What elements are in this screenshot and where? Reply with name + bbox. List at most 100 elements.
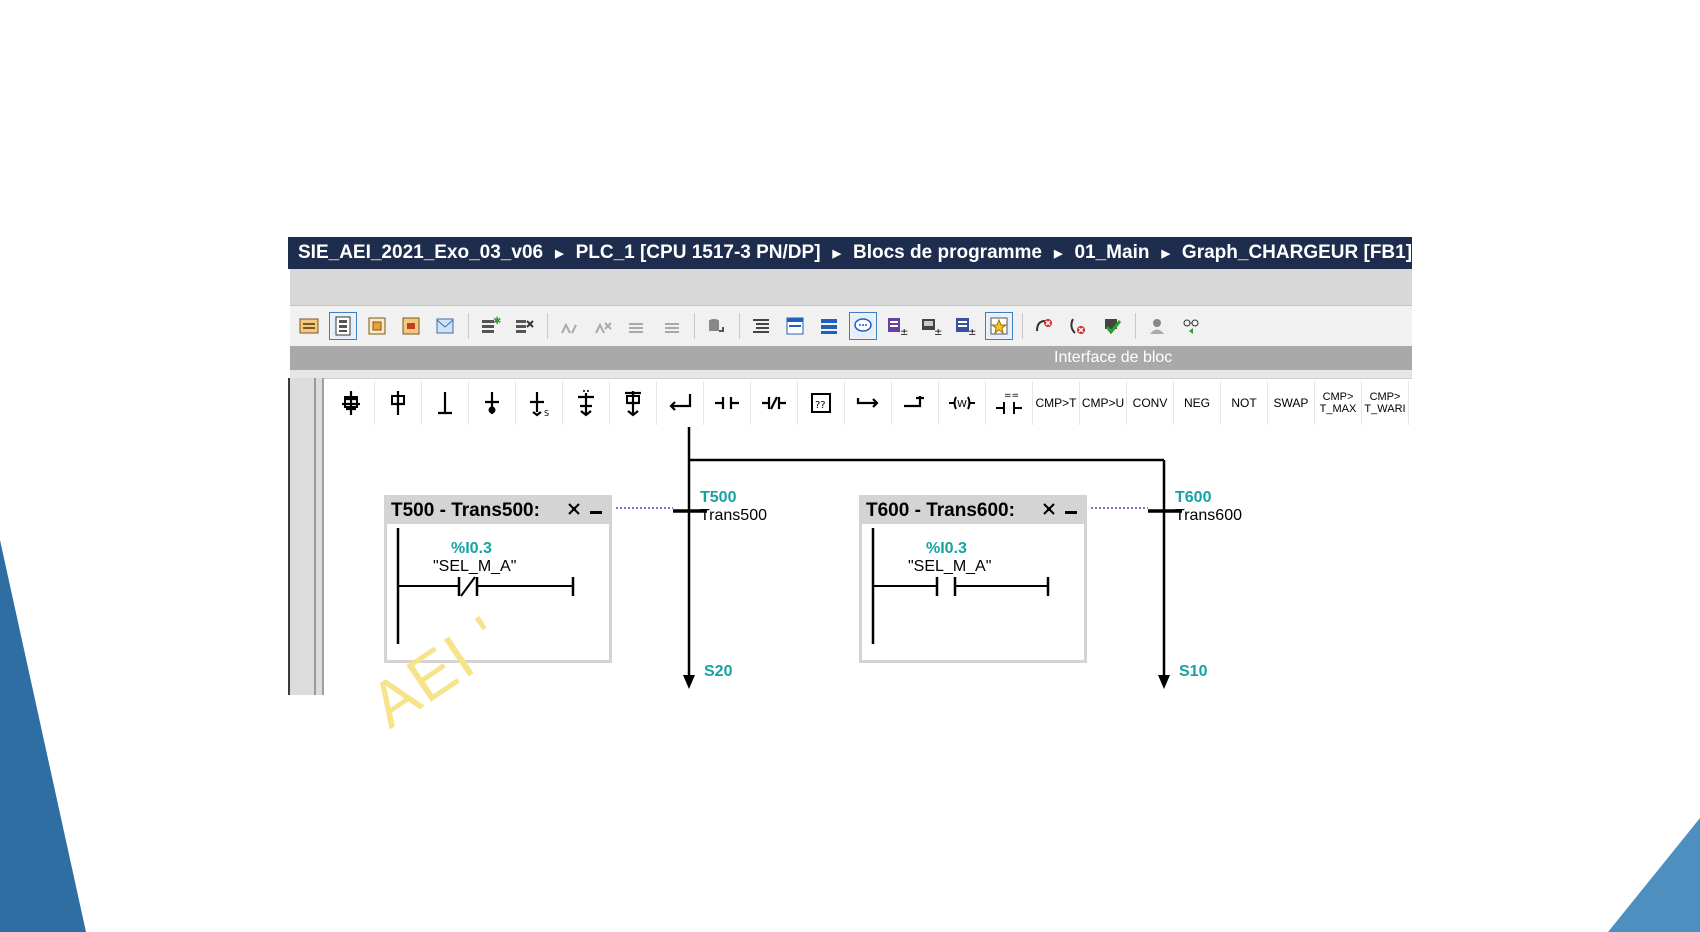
swap-button[interactable]: SWAP bbox=[1268, 381, 1315, 425]
svg-text:±: ± bbox=[968, 327, 976, 337]
cmp-tmax-button[interactable]: CMP> T_MAX bbox=[1315, 381, 1362, 425]
breadcrumb-program-blocks[interactable]: Blocs de programme bbox=[853, 242, 1042, 264]
goto-last-icon[interactable] bbox=[660, 315, 682, 337]
goto-first-icon[interactable] bbox=[626, 315, 648, 337]
arrow-down-icon bbox=[683, 675, 695, 689]
block-interface-bar[interactable]: Interface de bloc bbox=[290, 346, 1412, 370]
close-branch-up-icon[interactable] bbox=[892, 381, 939, 425]
transition-id-t500: T500 bbox=[700, 489, 737, 506]
conv-button[interactable]: CONV bbox=[1127, 381, 1174, 425]
arrow-down-icon bbox=[1158, 675, 1170, 689]
cmp-twarn-button[interactable]: CMP> T_WARI bbox=[1362, 381, 1409, 425]
block-interface-splitter[interactable] bbox=[290, 370, 1412, 379]
transition-icon[interactable] bbox=[422, 381, 469, 425]
error-icon[interactable] bbox=[1033, 315, 1055, 337]
compare-contact-icon[interactable]: == bbox=[986, 381, 1033, 425]
open-branch-icon[interactable] bbox=[845, 381, 892, 425]
toolbar-separator bbox=[1022, 313, 1023, 339]
monitor-icon[interactable]: ± bbox=[920, 315, 942, 337]
check-icon[interactable] bbox=[1101, 315, 1123, 337]
block-interface-label: Interface de bloc bbox=[1054, 349, 1173, 366]
neg-button[interactable]: NEG bbox=[1174, 381, 1221, 425]
svg-text:±: ± bbox=[900, 327, 908, 337]
transition-title: T600 - Trans600: bbox=[866, 500, 1015, 521]
breadcrumb-separator-icon: ▶ bbox=[1054, 247, 1063, 260]
step-transition-icon[interactable] bbox=[328, 381, 375, 425]
toolbar-separator bbox=[694, 313, 695, 339]
editor-toolbar: ✱ ± ± ± bbox=[290, 306, 1412, 346]
toolbar-separator bbox=[1135, 313, 1136, 339]
svg-text:✱: ✱ bbox=[493, 316, 501, 327]
message-icon[interactable] bbox=[434, 315, 456, 337]
cmp-twarn-label-top: CMP> bbox=[1369, 391, 1401, 403]
editor-left-gutter bbox=[288, 378, 324, 695]
compare-icon[interactable]: ± bbox=[954, 315, 976, 337]
breadcrumb-separator-icon: ▶ bbox=[832, 247, 841, 260]
jump-icon[interactable] bbox=[469, 381, 516, 425]
alt-branch-icon[interactable] bbox=[563, 381, 610, 425]
breadcrumb-separator-icon: ▶ bbox=[1161, 247, 1170, 260]
transition-header-t500: T500 - Trans500: bbox=[387, 498, 609, 524]
transition-title: T500 - Trans500: bbox=[391, 500, 540, 521]
gutter-divider bbox=[314, 378, 316, 695]
compact-view-icon[interactable] bbox=[784, 315, 806, 337]
close-branch-icon[interactable] bbox=[657, 381, 704, 425]
cmp-u-button[interactable]: CMP>U bbox=[1080, 381, 1127, 425]
transition-header-t600: T600 - Trans600: bbox=[862, 498, 1084, 524]
glasses-icon[interactable] bbox=[1180, 315, 1202, 337]
block-icon[interactable] bbox=[298, 315, 320, 337]
svg-text:W: W bbox=[957, 399, 967, 410]
gutter-border bbox=[288, 378, 290, 695]
toolbar-separator bbox=[468, 313, 469, 339]
next-step-s10[interactable]: S10 bbox=[1179, 663, 1207, 681]
no-contact-icon[interactable] bbox=[704, 381, 751, 425]
speech-bubble-icon[interactable] bbox=[849, 312, 877, 340]
single-step-icon[interactable] bbox=[400, 315, 422, 337]
minimize-icon[interactable] bbox=[589, 502, 603, 516]
transition-id-t600: T600 bbox=[1175, 489, 1212, 506]
sequence-end-icon[interactable]: S bbox=[516, 381, 563, 425]
acknowledge-icon[interactable] bbox=[1067, 315, 1089, 337]
list-view-icon[interactable] bbox=[818, 315, 840, 337]
favorites-icon[interactable] bbox=[985, 312, 1013, 340]
simultaneous-branch-icon[interactable] bbox=[610, 381, 657, 425]
insert-network-icon[interactable]: ✱ bbox=[479, 315, 501, 337]
svg-text:??: ?? bbox=[815, 400, 826, 411]
breadcrumb-block[interactable]: Graph_CHARGEUR [FB1] bbox=[1182, 242, 1412, 264]
breadcrumb-main[interactable]: 01_Main bbox=[1074, 242, 1149, 264]
not-button[interactable]: NOT bbox=[1221, 381, 1268, 425]
expand-icon[interactable] bbox=[1042, 502, 1056, 516]
close-all-icon[interactable] bbox=[592, 315, 614, 337]
transition-name-t500: Trans500 bbox=[700, 507, 767, 524]
svg-text:==: == bbox=[1004, 391, 1019, 401]
coil-icon[interactable]: W bbox=[939, 381, 986, 425]
detail-view-icon[interactable]: ± bbox=[886, 315, 908, 337]
transition-name-t600: Trans600 bbox=[1175, 507, 1242, 524]
cmp-t-button[interactable]: CMP>T bbox=[1033, 381, 1080, 425]
toolbar-separator bbox=[739, 313, 740, 339]
expand-icon[interactable] bbox=[567, 502, 581, 516]
breadcrumb-separator-icon: ▶ bbox=[555, 247, 564, 260]
user-icon[interactable] bbox=[1146, 315, 1168, 337]
breadcrumb-project[interactable]: SIE_AEI_2021_Exo_03_v06 bbox=[298, 242, 543, 264]
comment-icon[interactable] bbox=[750, 315, 772, 337]
cmp-tmax-label-bottom: T_MAX bbox=[1319, 403, 1357, 415]
cmp-tmax-label-top: CMP> bbox=[1322, 391, 1354, 403]
slide-decoration-right bbox=[1608, 818, 1700, 932]
nc-contact-icon[interactable] bbox=[751, 381, 798, 425]
open-all-icon[interactable] bbox=[558, 315, 580, 337]
sequence-icon[interactable] bbox=[366, 315, 388, 337]
cmp-twarn-label-bottom: T_WARI bbox=[1364, 403, 1406, 415]
transition-box-t600[interactable]: T600 - Trans600: %I0.3 "SEL_M_A" bbox=[859, 495, 1087, 663]
db-icon[interactable] bbox=[705, 315, 727, 337]
next-step-s20[interactable]: S20 bbox=[704, 663, 732, 681]
ladder-view-icon[interactable] bbox=[329, 312, 357, 340]
empty-box-icon[interactable]: ?? bbox=[798, 381, 845, 425]
delete-network-icon[interactable] bbox=[513, 315, 535, 337]
breadcrumb: SIE_AEI_2021_Exo_03_v06 ▶ PLC_1 [CPU 151… bbox=[288, 237, 1412, 269]
minimize-icon[interactable] bbox=[1064, 502, 1078, 516]
step-icon[interactable] bbox=[375, 381, 422, 425]
svg-text:±: ± bbox=[934, 327, 942, 337]
graph-instruction-bar: S ?? W == CMP>T CMP>U CONV NEG NOT SWAP … bbox=[328, 381, 1412, 425]
breadcrumb-plc[interactable]: PLC_1 [CPU 1517-3 PN/DP] bbox=[576, 242, 821, 264]
